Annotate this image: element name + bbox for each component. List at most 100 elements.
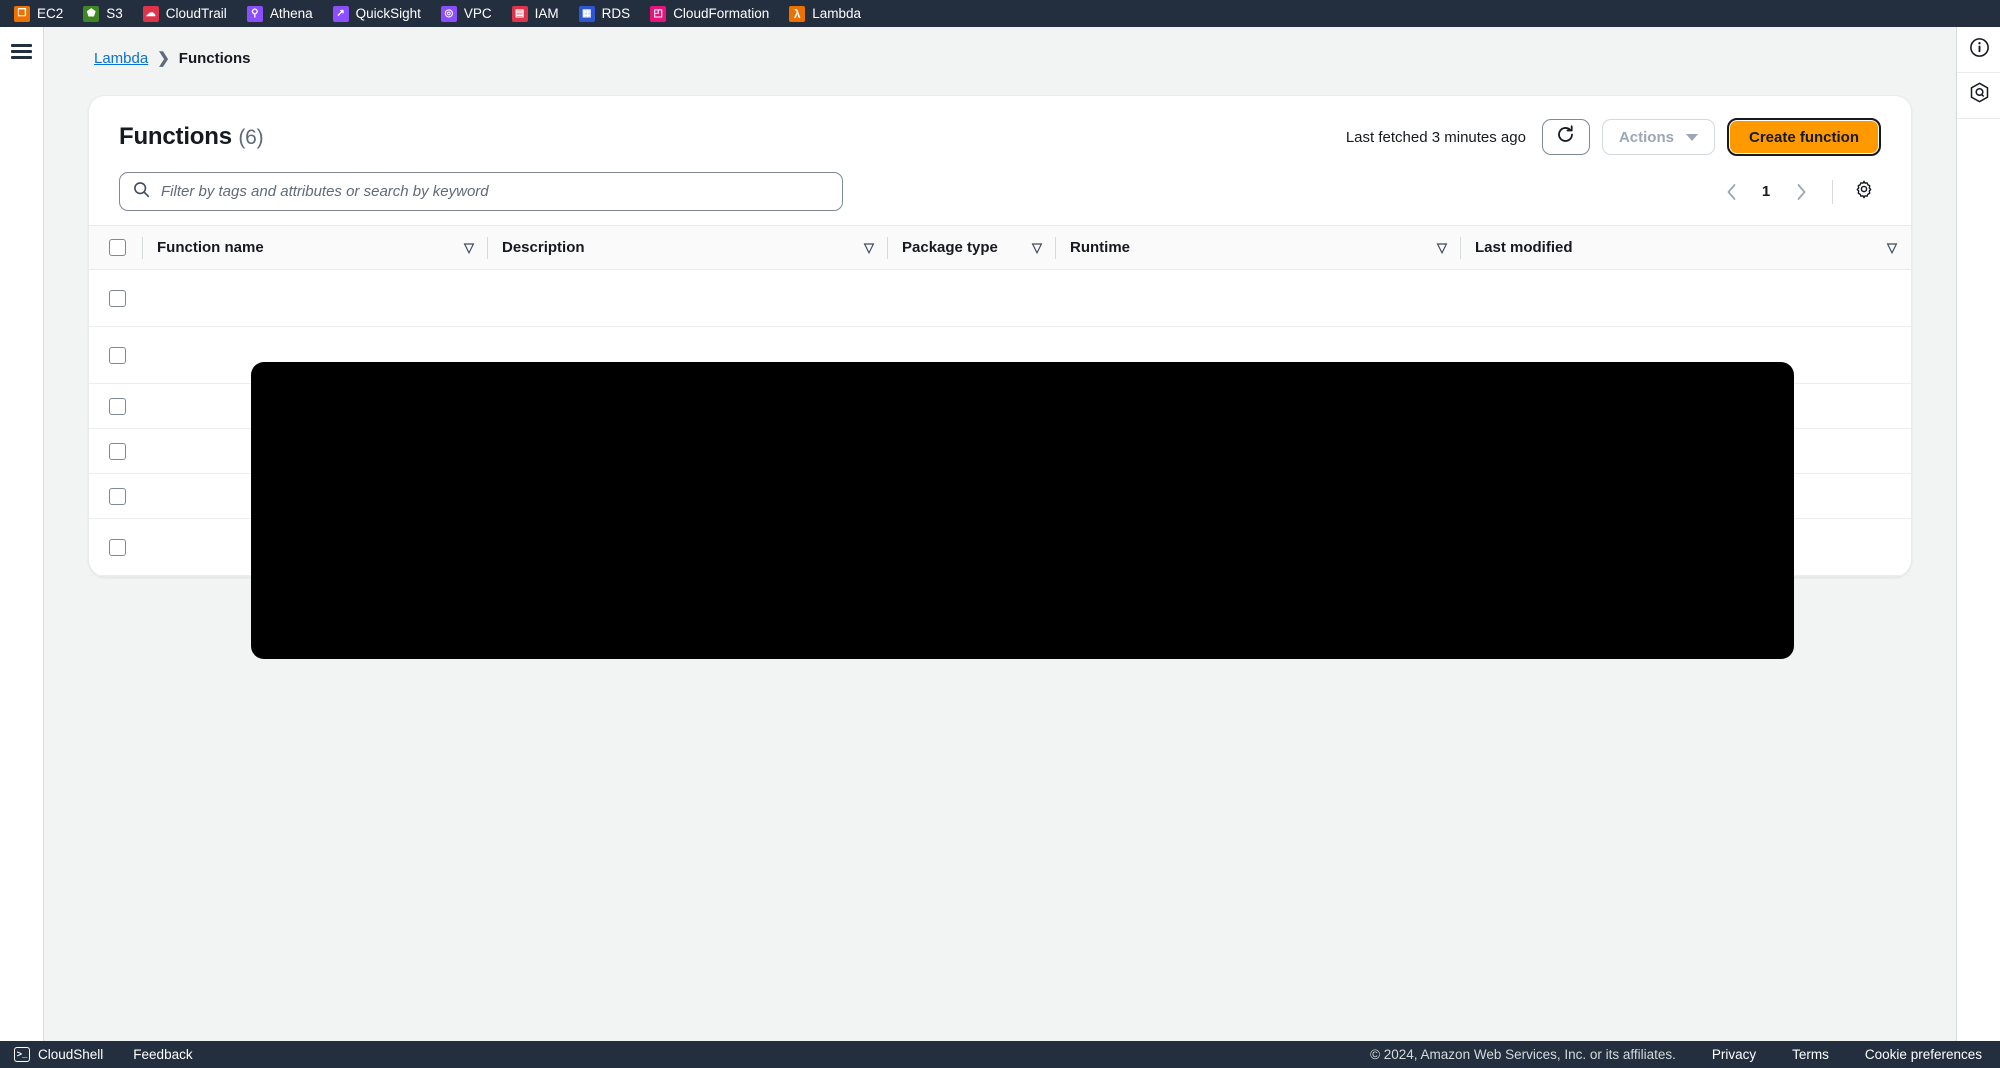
cloudshell-icon: >_: [14, 1047, 30, 1062]
row-checkbox[interactable]: [109, 538, 126, 556]
column-header-description[interactable]: Description ▽: [488, 225, 888, 270]
table-header-row: Function name ▽ Description ▽ Package ty…: [89, 225, 1911, 270]
service-shortcut-lambda[interactable]: λ Lambda: [789, 0, 872, 27]
terms-link[interactable]: Terms: [1792, 1047, 1829, 1062]
row-select-cell: [89, 383, 143, 429]
cell-function-name: [143, 269, 488, 327]
privacy-link[interactable]: Privacy: [1712, 1047, 1756, 1062]
service-shortcut-label: Lambda: [812, 6, 862, 21]
breadcrumb-link-lambda[interactable]: Lambda: [94, 50, 148, 67]
pagination: 1: [1714, 175, 1881, 209]
sort-icon[interactable]: ▽: [1437, 241, 1447, 254]
row-checkbox[interactable]: [109, 442, 126, 460]
breadcrumb: Lambda ❯ Functions: [44, 27, 1956, 68]
row-checkbox[interactable]: [109, 487, 126, 505]
table-preferences-button[interactable]: [1847, 175, 1881, 209]
table-row[interactable]: [89, 269, 1911, 327]
filter-row: Filter by tags and attributes or search …: [89, 160, 1911, 225]
service-shortcut-ec2[interactable]: ❐ EC2: [14, 0, 74, 27]
row-checkbox[interactable]: [109, 397, 126, 415]
s3-icon: ⬟: [83, 5, 100, 22]
cell-runtime: [1056, 269, 1461, 327]
service-shortcut-vpc[interactable]: ◎ VPC: [440, 0, 503, 27]
sort-icon[interactable]: ▽: [864, 241, 874, 254]
service-shortcut-rds[interactable]: ▦ RDS: [578, 0, 642, 27]
pagination-next-button[interactable]: [1784, 175, 1818, 209]
info-panel-button[interactable]: [1957, 27, 2000, 73]
row-select-cell: [89, 326, 143, 384]
cloudshell-button[interactable]: >_ CloudShell: [14, 1047, 103, 1062]
column-label: Package type: [902, 239, 998, 256]
panel-header-actions: Last fetched 3 minutes ago Actions Creat…: [1346, 118, 1881, 156]
column-label: Function name: [157, 239, 264, 256]
sort-icon[interactable]: ▽: [1887, 241, 1897, 254]
select-all-column: [89, 225, 143, 270]
page-footer: >_ CloudShell Feedback © 2024, Amazon We…: [0, 1041, 2000, 1068]
column-header-package-type[interactable]: Package type ▽: [888, 225, 1056, 270]
functions-panel: Functions (6) Last fetched 3 minutes ago…: [88, 95, 1912, 659]
service-shortcut-label: QuickSight: [355, 6, 421, 21]
create-function-button[interactable]: Create function: [1726, 118, 1881, 156]
row-select-cell: [89, 428, 143, 474]
sort-icon[interactable]: ▽: [464, 241, 474, 254]
footer-left: >_ CloudShell Feedback: [14, 1047, 193, 1062]
refresh-icon: [1555, 124, 1576, 150]
row-checkbox[interactable]: [109, 346, 126, 364]
chevron-down-icon: [1685, 133, 1698, 141]
column-label: Description: [502, 239, 585, 256]
column-label: Runtime: [1070, 239, 1130, 256]
chevron-right-icon: ❯: [157, 50, 170, 67]
cookie-preferences-link[interactable]: Cookie preferences: [1865, 1047, 1982, 1062]
athena-icon: ⚲: [246, 5, 263, 22]
service-shortcut-label: Athena: [269, 6, 313, 21]
vpc-icon: ◎: [440, 5, 457, 22]
service-shortcut-s3[interactable]: ⬟ S3: [83, 0, 134, 27]
column-header-last-modified[interactable]: Last modified ▽: [1461, 225, 1911, 270]
column-header-runtime[interactable]: Runtime ▽: [1056, 225, 1461, 270]
cloudformation-icon: ◰: [650, 5, 667, 22]
create-function-label: Create function: [1748, 128, 1859, 146]
last-fetched-label: Last fetched 3 minutes ago: [1345, 128, 1526, 146]
cell-description: [488, 269, 888, 327]
aws-assistant-button[interactable]: [1957, 73, 2000, 119]
service-shortcut-athena[interactable]: ⚲ Athena: [246, 0, 324, 27]
page-title-text: Functions: [119, 123, 232, 150]
breadcrumb-current-functions: Functions: [178, 49, 251, 67]
pagination-divider: [1832, 179, 1833, 204]
table-header: Function name ▽ Description ▽ Package ty…: [89, 225, 1911, 270]
info-icon: [1969, 37, 1990, 63]
service-shortcut-quicksight[interactable]: ↗ QuickSight: [332, 0, 432, 27]
pagination-prev-button[interactable]: [1714, 175, 1748, 209]
service-shortcut-cloudformation[interactable]: ◰ CloudFormation: [650, 0, 780, 27]
aws-service-bar: ❐ EC2 ⬟ S3 ☁ CloudTrail ⚲ Athena ↗ Quick…: [0, 0, 2000, 27]
service-shortcut-cloudtrail[interactable]: ☁ CloudTrail: [142, 0, 238, 27]
row-select-cell: [89, 473, 143, 519]
select-all-checkbox[interactable]: [109, 239, 126, 256]
service-shortcut-label: CloudTrail: [165, 6, 227, 21]
ec2-icon: ❐: [14, 5, 30, 22]
service-shortcut-label: RDS: [601, 6, 631, 21]
hamburger-menu-icon[interactable]: [11, 44, 32, 59]
footer-right: © 2024, Amazon Web Services, Inc. or its…: [1370, 1047, 1982, 1062]
row-select-cell: [89, 269, 143, 327]
feedback-link[interactable]: Feedback: [133, 1047, 192, 1062]
sort-icon[interactable]: ▽: [1032, 241, 1042, 254]
pagination-page-1[interactable]: 1: [1752, 183, 1780, 200]
right-utility-rail: [1956, 27, 2000, 1041]
page-title: Functions (6): [119, 123, 264, 151]
row-checkbox[interactable]: [109, 289, 126, 307]
iam-icon: ▤: [511, 5, 528, 22]
service-shortcut-label: VPC: [463, 6, 492, 21]
actions-dropdown-button[interactable]: Actions: [1601, 119, 1715, 155]
service-shortcut-label: S3: [106, 6, 123, 21]
refresh-button[interactable]: [1541, 119, 1590, 155]
cell-last-modified: [1461, 269, 1911, 327]
main-content-area: Lambda ❯ Functions Functions (6) Last fe…: [44, 27, 1956, 1041]
search-placeholder: Filter by tags and attributes or search …: [161, 183, 489, 200]
search-input[interactable]: Filter by tags and attributes or search …: [119, 172, 843, 211]
gear-icon: [1854, 179, 1874, 204]
functions-count: (6): [238, 126, 264, 149]
service-shortcut-iam[interactable]: ▤ IAM: [511, 0, 570, 27]
column-header-function-name[interactable]: Function name ▽: [143, 225, 488, 270]
search-icon: [133, 181, 150, 203]
